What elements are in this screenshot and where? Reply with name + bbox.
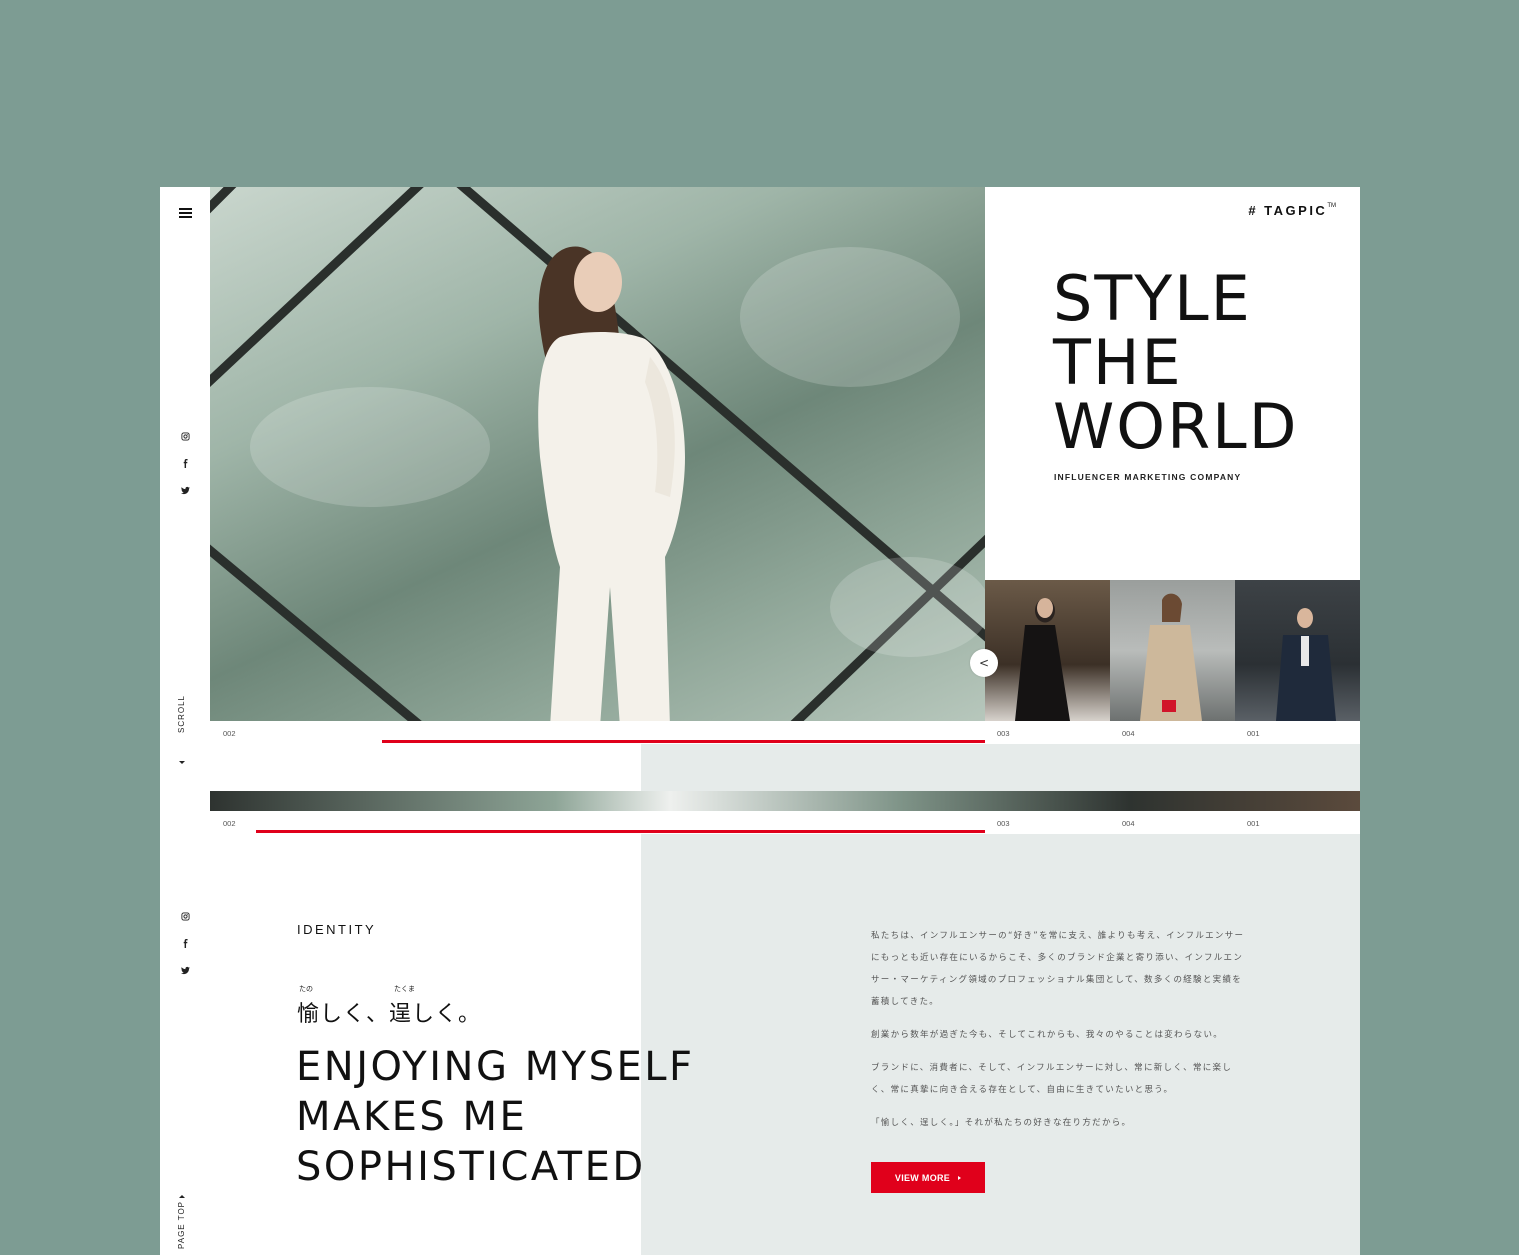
arrow-right-icon	[958, 1175, 962, 1180]
body-paragraph: 創業から数年が過ぎた今も、そしてこれからも、我々のやることは変わらない。	[871, 1030, 1224, 1040]
slide-thumbnail[interactable]	[1110, 580, 1235, 721]
section-label: IDENTITY	[297, 922, 377, 937]
page-top-icon[interactable]	[179, 1195, 185, 1198]
headline-line: THE	[1053, 326, 1183, 399]
slide-number[interactable]: 002	[223, 729, 236, 738]
hero-image-strip	[210, 791, 1360, 811]
slide-thumbnail[interactable]	[985, 580, 1110, 721]
view-more-button[interactable]: VIEW MORE	[871, 1162, 985, 1193]
furigana: たの	[299, 985, 313, 993]
slide-number[interactable]: 002	[223, 819, 236, 828]
scroll-down-icon[interactable]	[179, 761, 185, 764]
facebook-icon[interactable]	[179, 457, 191, 469]
view-more-label: VIEW MORE	[894, 1172, 951, 1183]
twitter-icon[interactable]	[179, 964, 191, 976]
page-top-label[interactable]: PAGE TOP	[177, 1201, 186, 1249]
jp-title-text: 愉しく、逞しく。	[297, 1002, 482, 1027]
instagram-icon[interactable]	[179, 910, 191, 922]
hero-headline: STYLE THE WORLD	[1053, 267, 1298, 459]
menu-icon[interactable]	[179, 208, 192, 218]
slide-number[interactable]: 004	[1122, 729, 1135, 738]
instagram-icon[interactable]	[179, 430, 191, 442]
body-paragraph: 「愉しく、逞しく。」それが私たちの好きな在り方だから。	[871, 1118, 1132, 1128]
slide-number[interactable]: 001	[1247, 729, 1260, 738]
en-title-line: SOPHISTICATED	[296, 1144, 646, 1190]
en-title-line: ENJOYING MYSELF	[296, 1044, 695, 1090]
headline-line: STYLE	[1053, 262, 1252, 335]
slide-progress-bar	[256, 830, 985, 833]
slide-progress-bar	[382, 740, 985, 743]
slide-number[interactable]: 003	[997, 819, 1010, 828]
left-rail: SCROLL PAGE TOP	[160, 187, 210, 1255]
hero-image	[210, 187, 985, 721]
slider-prev-button[interactable]: <	[970, 649, 998, 677]
page-frame: SCROLL PAGE TOP # TAGPICTM STYLE THE WOR…	[160, 187, 1360, 1255]
furigana: たくま	[394, 985, 415, 993]
body-paragraph: 私たちは、インフルエンサーの“好き”を常に支え、誰よりも考え、インフルエンサーに…	[871, 931, 1245, 1007]
hero-panel: # TAGPICTM STYLE THE WORLD INFLUENCER MA…	[985, 187, 1360, 580]
body-paragraph: ブランドに、消費者に、そして、インフルエンサーに対し、常に新しく、常に楽しく、常…	[871, 1063, 1233, 1095]
facebook-icon[interactable]	[179, 937, 191, 949]
hero-tagline: INFLUENCER MARKETING COMPANY	[1054, 472, 1242, 482]
identity-body: 私たちは、インフルエンサーの“好き”を常に支え、誰よりも考え、インフルエンサーに…	[871, 925, 1251, 1145]
slide-number[interactable]: 003	[997, 729, 1010, 738]
en-title-line: MAKES ME	[296, 1094, 528, 1140]
slider-thumbnails	[985, 580, 1360, 721]
headline-line: WORLD	[1053, 390, 1299, 463]
identity-en-title: ENJOYING MYSELF MAKES ME SOPHISTICATED	[296, 1042, 695, 1192]
tagpic-logo[interactable]: # TAGPICTM	[1248, 203, 1336, 218]
scroll-label: SCROLL	[177, 694, 186, 733]
slide-thumbnail[interactable]	[1235, 580, 1360, 721]
twitter-icon[interactable]	[179, 484, 191, 496]
slide-number[interactable]: 004	[1122, 819, 1135, 828]
slide-number[interactable]: 001	[1247, 819, 1260, 828]
